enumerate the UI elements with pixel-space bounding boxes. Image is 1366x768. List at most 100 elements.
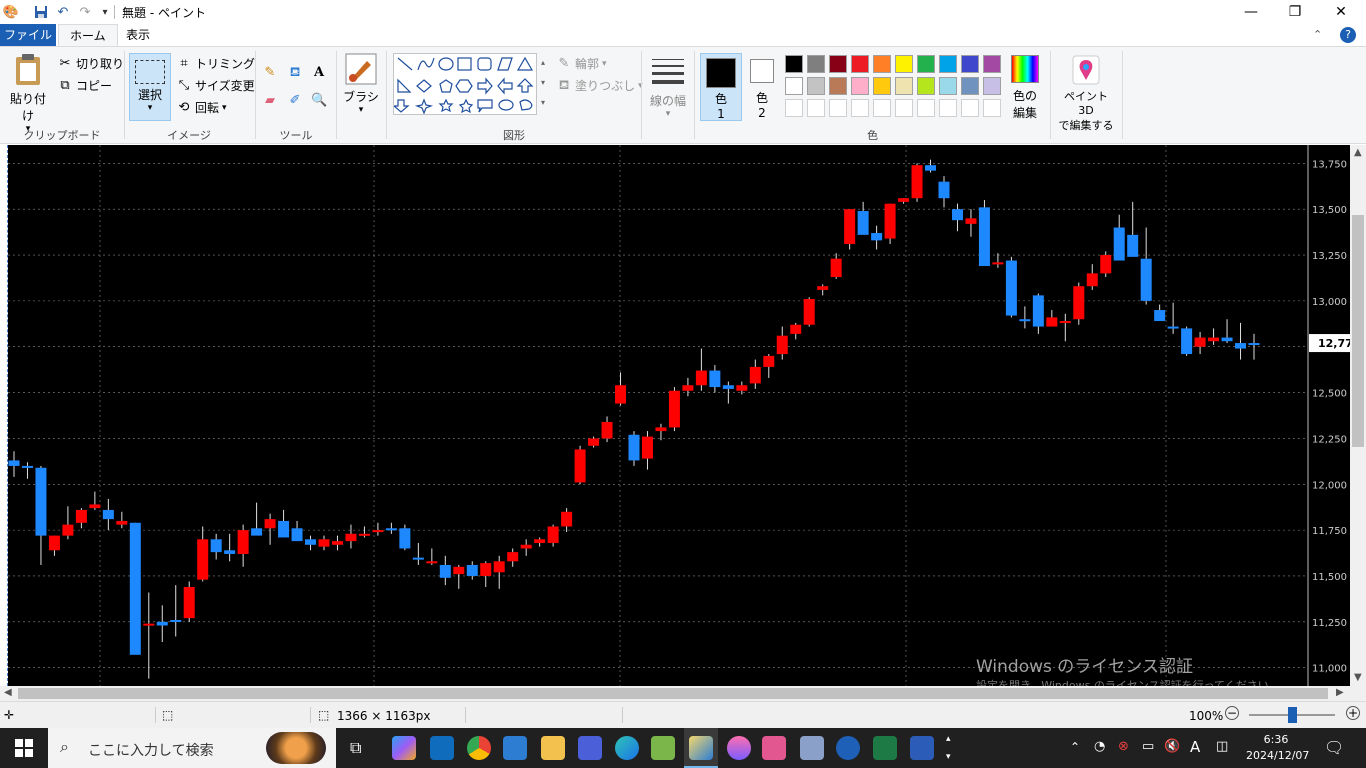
chrome-icon[interactable] bbox=[467, 736, 491, 760]
word-icon[interactable] bbox=[910, 736, 934, 760]
security-alert-icon[interactable]: ⊗ bbox=[1118, 739, 1129, 754]
scroll-right-icon[interactable]: ▶ bbox=[1336, 687, 1344, 698]
palette-swatch[interactable] bbox=[807, 77, 825, 95]
file-explorer-icon[interactable] bbox=[541, 736, 565, 760]
palette-swatch[interactable] bbox=[785, 55, 803, 73]
palette-swatch[interactable] bbox=[895, 99, 913, 117]
candlestick-chart-image[interactable]: 13,75013,50013,25013,00012,75012,50012,2… bbox=[8, 145, 1353, 686]
zoom-in-icon[interactable]: + bbox=[1346, 706, 1360, 720]
chart-app-icon[interactable] bbox=[800, 736, 824, 760]
ie-app-icon[interactable] bbox=[836, 736, 860, 760]
speaker-muted-icon[interactable]: 🔇 bbox=[1164, 739, 1180, 754]
palette-swatch[interactable] bbox=[917, 77, 935, 95]
palette-swatch[interactable] bbox=[983, 77, 1001, 95]
battery-icon[interactable]: ▭ bbox=[1142, 739, 1154, 754]
scroll-up-icon[interactable]: ▲ bbox=[1354, 147, 1362, 158]
copy-button[interactable]: ⧉ コピー bbox=[57, 77, 112, 94]
line-width-button[interactable]: 線の幅 ▾ bbox=[648, 55, 688, 119]
zoom-slider-thumb[interactable] bbox=[1288, 707, 1297, 723]
tab-view[interactable]: 表示 bbox=[115, 24, 161, 46]
horizontal-scroll-thumb[interactable] bbox=[18, 688, 1328, 699]
fill-button[interactable]: ⛾塗りつぶし▾ bbox=[556, 77, 643, 94]
palette-swatch[interactable] bbox=[873, 99, 891, 117]
color2-button[interactable]: 色 2 bbox=[746, 53, 778, 121]
store-icon[interactable] bbox=[503, 736, 527, 760]
palette-swatch[interactable] bbox=[829, 99, 847, 117]
network-icon[interactable]: ◔ bbox=[1094, 739, 1105, 754]
palette-swatch[interactable] bbox=[917, 99, 935, 117]
vertical-scroll-thumb[interactable] bbox=[1352, 215, 1364, 447]
palette-swatch[interactable] bbox=[917, 55, 935, 73]
fill-bucket-icon[interactable]: ⛾ bbox=[287, 65, 303, 81]
tab-home[interactable]: ホーム bbox=[58, 24, 118, 46]
shapes-gallery[interactable] bbox=[392, 53, 537, 115]
search-box[interactable]: ⌕ ここに入力して検索 bbox=[48, 728, 336, 768]
palette-swatch[interactable] bbox=[939, 55, 957, 73]
close-button[interactable]: ✕ bbox=[1318, 0, 1364, 24]
task-view-icon[interactable]: ⧉ bbox=[350, 738, 361, 758]
quick-access-dropdown-icon[interactable]: ▾ bbox=[96, 3, 114, 21]
palette-swatch[interactable] bbox=[939, 77, 957, 95]
eraser-icon[interactable]: ▰ bbox=[262, 93, 278, 109]
excel-icon[interactable] bbox=[873, 736, 897, 760]
rotate-button[interactable]: ⟲ 回転 ▾ bbox=[176, 99, 227, 116]
scroll-left-icon[interactable]: ◀ bbox=[4, 687, 12, 698]
palette-swatch[interactable] bbox=[829, 77, 847, 95]
palette-swatch[interactable] bbox=[785, 99, 803, 117]
scroll-down-icon[interactable]: ▼ bbox=[1354, 672, 1362, 683]
palette-swatch[interactable] bbox=[961, 99, 979, 117]
palette-swatch[interactable] bbox=[895, 77, 913, 95]
palette-swatch[interactable] bbox=[895, 55, 913, 73]
shapes-scroll[interactable]: ▴ ▾ ▾ bbox=[538, 53, 548, 115]
palette-swatch[interactable] bbox=[961, 77, 979, 95]
copilot-icon[interactable] bbox=[392, 736, 416, 760]
zoom-out-icon[interactable]: − bbox=[1225, 706, 1239, 720]
edge-icon[interactable] bbox=[615, 736, 639, 760]
paste-button[interactable]: 貼り付け ▾ bbox=[8, 53, 48, 134]
hpb-app-icon[interactable] bbox=[762, 736, 786, 760]
outlook-icon[interactable] bbox=[430, 736, 454, 760]
taskbar-overflow-icon[interactable]: ▴ ▾ bbox=[946, 730, 951, 766]
collapse-ribbon-icon[interactable]: ⌃ bbox=[1313, 28, 1322, 41]
horizontal-scrollbar[interactable]: ◀ ▶ bbox=[0, 686, 1366, 701]
palette-swatch[interactable] bbox=[807, 55, 825, 73]
edit-colors-button[interactable]: 色の 編集 bbox=[1008, 55, 1042, 125]
palette-swatch[interactable] bbox=[983, 55, 1001, 73]
ime-indicator[interactable]: A bbox=[1190, 738, 1200, 756]
palette-swatch[interactable] bbox=[785, 77, 803, 95]
palette-swatch[interactable] bbox=[851, 55, 869, 73]
palette-swatch[interactable] bbox=[939, 99, 957, 117]
color-picker-icon[interactable]: ✐ bbox=[287, 93, 303, 109]
palette-swatch[interactable] bbox=[829, 55, 847, 73]
palette-swatch[interactable] bbox=[807, 99, 825, 117]
undo-icon[interactable]: ↶ bbox=[54, 3, 72, 21]
palette-swatch[interactable] bbox=[851, 77, 869, 95]
clock[interactable]: 6:36 2024/12/07 bbox=[1246, 732, 1309, 764]
text-tool-icon[interactable]: A bbox=[311, 65, 327, 81]
brush-button[interactable]: ブラシ ▾ bbox=[342, 53, 380, 123]
minimize-button[interactable]: — bbox=[1228, 0, 1274, 24]
palette-swatch[interactable] bbox=[983, 99, 1001, 117]
notification-icon[interactable]: 🗨 bbox=[1324, 738, 1344, 757]
start-button[interactable] bbox=[0, 728, 48, 768]
restore-button[interactable]: ❐ bbox=[1272, 0, 1318, 24]
color1-button[interactable]: 色 1 bbox=[700, 53, 742, 121]
redo-icon[interactable]: ↷ bbox=[76, 3, 94, 21]
select-button[interactable]: 選択 ▾ bbox=[129, 53, 171, 121]
snipping-tool-icon[interactable] bbox=[651, 736, 675, 760]
show-hidden-icons[interactable]: ⌃ bbox=[1070, 740, 1080, 754]
droplet-app-icon[interactable] bbox=[727, 736, 751, 760]
ime-mode-icon[interactable]: ◫ bbox=[1216, 739, 1228, 754]
paint-taskbar-button[interactable] bbox=[684, 728, 718, 768]
canvas-area[interactable]: 13,75013,50013,25013,00012,75012,50012,2… bbox=[0, 145, 1366, 692]
magnifier-icon[interactable]: 🔍 bbox=[311, 93, 327, 109]
media-player-icon[interactable] bbox=[578, 736, 602, 760]
edit-in-paint3d-button[interactable]: ペイント 3D で編集する bbox=[1056, 55, 1116, 132]
palette-swatch[interactable] bbox=[873, 55, 891, 73]
save-icon[interactable] bbox=[32, 3, 50, 21]
vertical-scrollbar[interactable]: ▲ ▼ bbox=[1350, 145, 1366, 686]
palette-swatch[interactable] bbox=[851, 99, 869, 117]
palette-swatch[interactable] bbox=[961, 55, 979, 73]
cut-button[interactable]: ✂ 切り取り bbox=[57, 55, 124, 72]
tab-file[interactable]: ファイル bbox=[0, 24, 56, 46]
